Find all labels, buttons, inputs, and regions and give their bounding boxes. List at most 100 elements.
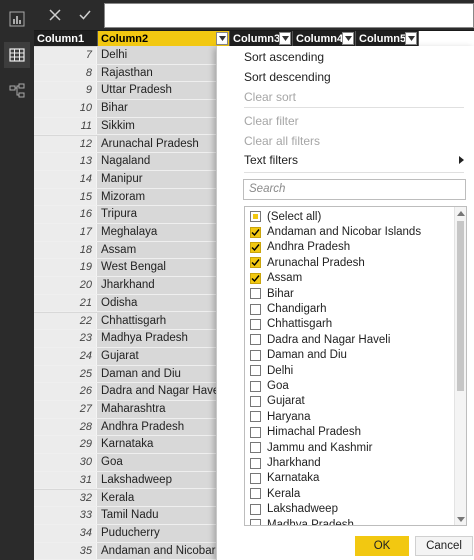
table-row[interactable]: 28 Andhra Pradesh bbox=[34, 418, 218, 437]
scroll-down-icon[interactable] bbox=[457, 515, 465, 523]
clear-sort-item[interactable]: Clear sort bbox=[244, 90, 296, 104]
search-input[interactable]: Search bbox=[243, 179, 466, 200]
checkbox[interactable] bbox=[250, 365, 261, 377]
table-row[interactable]: 30 Goa bbox=[34, 454, 218, 472]
table-cell[interactable]: Arunachal Pradesh bbox=[98, 136, 218, 153]
filter-value-item[interactable]: Jharkhand bbox=[250, 455, 321, 470]
filter-dropdown-button[interactable] bbox=[405, 32, 417, 45]
filter-value-item[interactable]: Madhya Pradesh bbox=[250, 517, 354, 525]
checkbox[interactable] bbox=[250, 257, 261, 269]
table-cell[interactable]: Karnataka bbox=[98, 436, 218, 453]
table-row[interactable]: 27 Maharashtra bbox=[34, 401, 218, 419]
filter-dropdown-button[interactable] bbox=[342, 32, 354, 45]
scrollbar-thumb[interactable] bbox=[457, 221, 464, 391]
checkbox[interactable] bbox=[250, 318, 261, 330]
table-cell[interactable]: Kerala bbox=[98, 490, 218, 507]
filter-value-item[interactable]: Lakshadweep bbox=[250, 502, 338, 517]
scrollbar[interactable] bbox=[454, 207, 466, 525]
commit-formula-button[interactable] bbox=[70, 4, 100, 26]
column-header-2[interactable]: Column2 bbox=[98, 31, 230, 46]
table-cell[interactable]: Lakshadweep bbox=[98, 472, 218, 489]
ok-button[interactable]: OK bbox=[355, 536, 409, 556]
cancel-formula-button[interactable] bbox=[40, 4, 70, 26]
table-cell[interactable]: Assam bbox=[98, 242, 218, 259]
table-cell[interactable]: Rajasthan bbox=[98, 65, 218, 82]
checkbox[interactable] bbox=[250, 395, 261, 407]
table-cell[interactable]: Odisha bbox=[98, 295, 218, 312]
table-cell[interactable]: Nagaland bbox=[98, 153, 218, 170]
filter-values-list[interactable]: (Select all) Andaman and Nicobar Islands A… bbox=[244, 206, 467, 526]
table-row[interactable]: 12 Arunachal Pradesh bbox=[34, 135, 218, 154]
table-row[interactable]: 11 Sikkim bbox=[34, 117, 218, 136]
sort-ascending-item[interactable]: Sort ascending bbox=[244, 50, 324, 64]
table-row[interactable]: 20 Jharkhand bbox=[34, 277, 218, 295]
filter-value-item[interactable]: Arunachal Pradesh bbox=[250, 255, 365, 270]
table-row[interactable]: 33 Tamil Nadu bbox=[34, 507, 218, 525]
select-all-checkbox-item[interactable]: (Select all) bbox=[250, 209, 321, 224]
table-row[interactable]: 9 Uttar Pradesh bbox=[34, 82, 218, 101]
table-cell[interactable]: Maharashtra bbox=[98, 401, 218, 418]
table-cell[interactable]: West Bengal bbox=[98, 259, 218, 276]
filter-dropdown-button[interactable] bbox=[279, 32, 291, 45]
table-row[interactable]: 21 Odisha bbox=[34, 294, 218, 313]
checkbox[interactable] bbox=[250, 211, 261, 223]
filter-value-item[interactable]: Daman and Diu bbox=[250, 348, 347, 363]
table-row[interactable]: 26 Dadra and Nagar Haveli bbox=[34, 383, 218, 401]
table-cell[interactable]: Tamil Nadu bbox=[98, 507, 218, 524]
checkbox[interactable] bbox=[250, 503, 261, 515]
checkbox[interactable] bbox=[250, 457, 261, 469]
table-cell[interactable]: Mizoram bbox=[98, 189, 218, 206]
table-row[interactable]: 31 Lakshadweep bbox=[34, 471, 218, 490]
checkbox[interactable] bbox=[250, 426, 261, 438]
clear-filter-item[interactable]: Clear filter bbox=[244, 114, 299, 128]
checkbox[interactable] bbox=[250, 488, 261, 500]
filter-value-item[interactable]: Bihar bbox=[250, 286, 294, 301]
filter-value-item[interactable]: Chandigarh bbox=[250, 301, 326, 316]
checkbox[interactable] bbox=[250, 411, 261, 423]
data-view-button[interactable] bbox=[4, 42, 30, 68]
clear-all-filters-item[interactable]: Clear all filters bbox=[244, 134, 320, 148]
filter-value-item[interactable]: Dadra and Nagar Haveli bbox=[250, 332, 390, 347]
table-cell[interactable]: Andaman and Nicobar Islar bbox=[98, 543, 218, 560]
table-row[interactable]: 22 Chhattisgarh bbox=[34, 312, 218, 331]
checkbox[interactable] bbox=[250, 519, 261, 525]
table-row[interactable]: 16 Tripura bbox=[34, 206, 218, 224]
checkbox[interactable] bbox=[250, 272, 261, 284]
table-cell[interactable]: Meghalaya bbox=[98, 224, 218, 241]
table-cell[interactable]: Delhi bbox=[98, 47, 218, 64]
filter-value-item[interactable]: Jammu and Kashmir bbox=[250, 440, 372, 455]
checkbox[interactable] bbox=[250, 380, 261, 392]
filter-value-item[interactable]: Delhi bbox=[250, 363, 293, 378]
checkbox[interactable] bbox=[250, 442, 261, 454]
table-cell[interactable]: Dadra and Nagar Haveli bbox=[98, 383, 218, 400]
filter-value-item[interactable]: Gujarat bbox=[250, 394, 305, 409]
table-row[interactable]: 23 Madhya Pradesh bbox=[34, 330, 218, 348]
filter-value-item[interactable]: Kerala bbox=[250, 486, 300, 501]
table-cell[interactable]: Madhya Pradesh bbox=[98, 330, 218, 347]
filter-value-item[interactable]: Karnataka bbox=[250, 471, 319, 486]
table-cell[interactable]: Uttar Pradesh bbox=[98, 82, 218, 99]
scroll-up-icon[interactable] bbox=[457, 209, 465, 217]
sort-descending-item[interactable]: Sort descending bbox=[244, 70, 331, 84]
table-row[interactable]: 14 Manipur bbox=[34, 170, 218, 189]
checkbox[interactable] bbox=[250, 349, 261, 361]
table-row[interactable]: 17 Meghalaya bbox=[34, 224, 218, 242]
table-row[interactable]: 24 Gujarat bbox=[34, 347, 218, 366]
table-cell[interactable]: Bihar bbox=[98, 100, 218, 117]
column-header-4[interactable]: Column4 bbox=[293, 31, 356, 46]
column-header-1[interactable]: Column1 bbox=[34, 31, 98, 46]
filter-value-item[interactable]: Assam bbox=[250, 271, 302, 286]
filter-value-item[interactable]: Goa bbox=[250, 378, 289, 393]
checkbox[interactable] bbox=[250, 472, 261, 484]
checkbox[interactable] bbox=[250, 303, 261, 315]
formula-input[interactable] bbox=[104, 3, 474, 28]
table-cell[interactable]: Tripura bbox=[98, 206, 218, 223]
table-cell[interactable]: Goa bbox=[98, 454, 218, 471]
table-row[interactable]: 13 Nagaland bbox=[34, 153, 218, 171]
table-row[interactable]: 15 Mizoram bbox=[34, 188, 218, 207]
data-grid[interactable]: 7 Delhi 8 Rajasthan 9 Uttar Pradesh 10 Bihar 11 S… bbox=[34, 46, 218, 560]
filter-value-item[interactable]: Haryana bbox=[250, 409, 310, 424]
text-filters-item[interactable]: Text filters bbox=[244, 153, 464, 167]
table-row[interactable]: 25 Daman and Diu bbox=[34, 365, 218, 384]
filter-value-item[interactable]: Himachal Pradesh bbox=[250, 425, 361, 440]
